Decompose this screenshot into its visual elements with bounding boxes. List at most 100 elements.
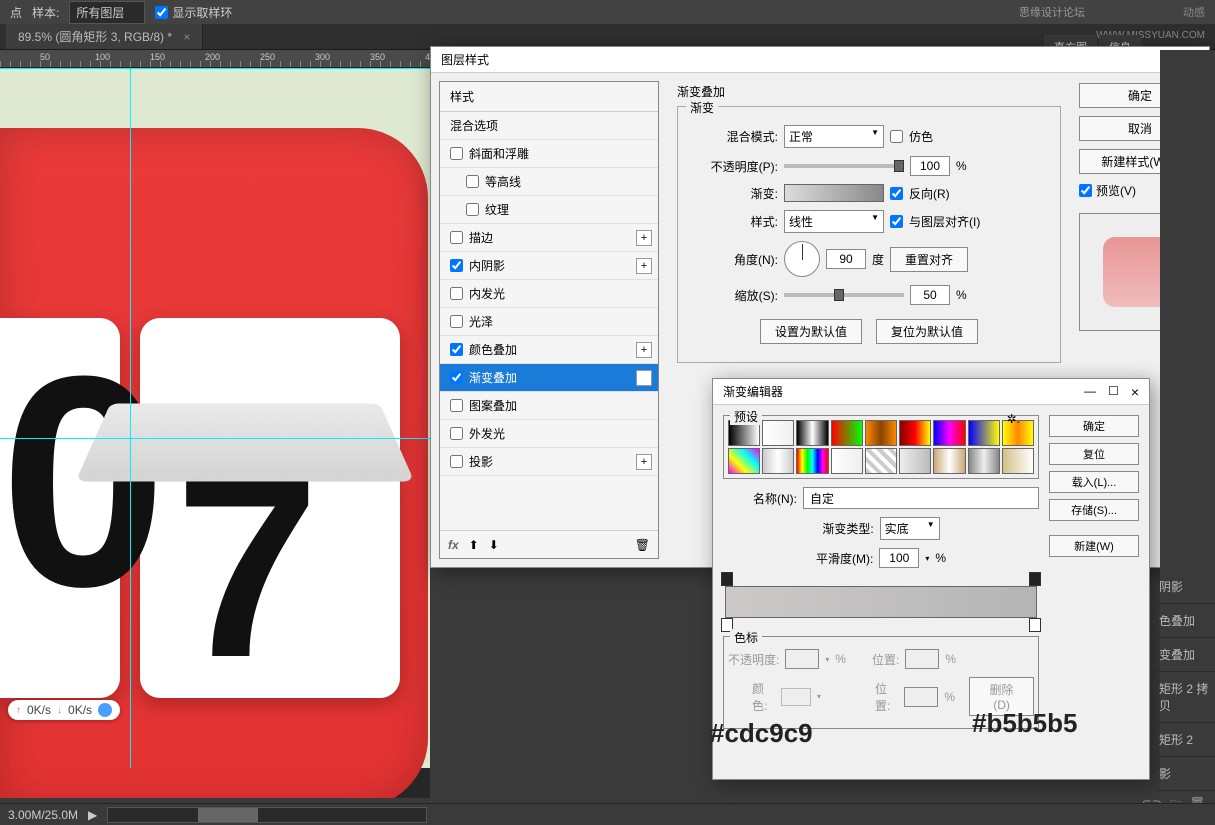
reset-align-button[interactable]: 重置对齐 bbox=[890, 247, 968, 272]
minimize-icon[interactable]: — bbox=[1084, 384, 1096, 400]
ge-new-button[interactable]: 新建(W) bbox=[1049, 535, 1139, 557]
sample-point-label: 点 bbox=[10, 4, 22, 21]
effect-item-颜色叠加[interactable]: 颜色叠加+ bbox=[440, 336, 658, 364]
fx-icon[interactable]: fx bbox=[448, 538, 459, 552]
show-sampling-ring-checkbox[interactable]: 显示取样环 bbox=[155, 4, 232, 21]
effect-checkbox[interactable] bbox=[450, 343, 463, 356]
preset-swatch[interactable] bbox=[796, 420, 828, 446]
reverse-checkbox[interactable] bbox=[890, 187, 903, 200]
guide-vertical[interactable] bbox=[130, 68, 131, 768]
blend-mode-select[interactable]: 正常 bbox=[784, 125, 884, 148]
opacity-input[interactable] bbox=[910, 156, 950, 176]
layer-style-titlebar[interactable]: 图层样式 × bbox=[431, 47, 1209, 73]
gradient-name-input[interactable] bbox=[803, 487, 1039, 509]
set-default-button[interactable]: 设置为默认值 bbox=[760, 319, 862, 344]
show-ring-check[interactable] bbox=[155, 6, 168, 19]
add-effect-icon[interactable]: + bbox=[636, 230, 652, 246]
preset-swatch[interactable] bbox=[762, 420, 794, 446]
chevron-right-icon[interactable]: ▶ bbox=[88, 808, 97, 822]
trash-icon[interactable]: 🗑 bbox=[635, 538, 650, 552]
add-effect-icon[interactable]: + bbox=[636, 454, 652, 470]
close-icon[interactable]: × bbox=[1131, 384, 1139, 400]
effect-checkbox[interactable] bbox=[450, 147, 463, 160]
effect-item-斜面和浮雕[interactable]: 斜面和浮雕 bbox=[440, 140, 658, 168]
color-stop-right[interactable] bbox=[1029, 618, 1041, 632]
effect-checkbox[interactable] bbox=[450, 455, 463, 468]
effect-checkbox[interactable] bbox=[450, 315, 463, 328]
ge-load-button[interactable]: 载入(L)... bbox=[1049, 471, 1139, 493]
canvas[interactable]: 0 7 bbox=[0, 68, 430, 798]
add-effect-icon[interactable]: + bbox=[636, 370, 652, 386]
effect-checkbox[interactable] bbox=[466, 203, 479, 216]
preset-swatch[interactable] bbox=[899, 448, 931, 474]
preset-swatch[interactable] bbox=[933, 448, 965, 474]
add-effect-icon[interactable]: + bbox=[636, 342, 652, 358]
angle-dial[interactable] bbox=[784, 241, 820, 277]
gradient-type-select[interactable]: 实底 bbox=[880, 517, 940, 540]
ge-save-button[interactable]: 存储(S)... bbox=[1049, 499, 1139, 521]
effect-checkbox[interactable] bbox=[450, 231, 463, 244]
maximize-icon[interactable]: ☐ bbox=[1108, 384, 1119, 400]
gradient-editor-titlebar[interactable]: 渐变编辑器 — ☐ × bbox=[713, 379, 1149, 405]
effect-item-图案叠加[interactable]: 图案叠加 bbox=[440, 392, 658, 420]
preset-swatch[interactable] bbox=[968, 420, 1000, 446]
effect-item-描边[interactable]: 描边+ bbox=[440, 224, 658, 252]
effect-item-外发光[interactable]: 外发光 bbox=[440, 420, 658, 448]
arrow-down-icon[interactable]: ⬇ bbox=[489, 538, 499, 552]
smoothness-input[interactable] bbox=[879, 548, 919, 568]
reset-default-button[interactable]: 复位为默认值 bbox=[876, 319, 978, 344]
effect-item-纹理[interactable]: 纹理 bbox=[440, 196, 658, 224]
preset-swatch[interactable] bbox=[865, 448, 897, 474]
opacity-stop-right[interactable] bbox=[1029, 572, 1041, 586]
preset-swatch[interactable] bbox=[865, 420, 897, 446]
brand-dongan: 动感 bbox=[1183, 4, 1205, 20]
gradient-picker[interactable] bbox=[784, 184, 884, 202]
effect-checkbox[interactable] bbox=[450, 399, 463, 412]
opacity-slider[interactable] bbox=[784, 164, 904, 168]
preset-swatch[interactable] bbox=[933, 420, 965, 446]
preset-swatch[interactable] bbox=[831, 448, 863, 474]
arrow-up-icon[interactable]: ⬆ bbox=[469, 538, 479, 552]
preset-swatch[interactable] bbox=[899, 420, 931, 446]
effect-item-投影[interactable]: 投影+ bbox=[440, 448, 658, 476]
preset-swatch[interactable] bbox=[762, 448, 794, 474]
guide-horizontal[interactable] bbox=[0, 68, 430, 69]
preview-checkbox[interactable] bbox=[1079, 184, 1092, 197]
ge-reset-button[interactable]: 复位 bbox=[1049, 443, 1139, 465]
effect-item-等高线[interactable]: 等高线 bbox=[440, 168, 658, 196]
gradient-bar[interactable] bbox=[725, 586, 1037, 618]
ge-ok-button[interactable]: 确定 bbox=[1049, 415, 1139, 437]
close-tab-icon[interactable]: × bbox=[183, 30, 190, 44]
layers-panel-partial: 阴影 色叠加 变叠加 矩形 2 拷贝 矩形 2 影 bbox=[1155, 570, 1215, 791]
preset-swatch[interactable] bbox=[968, 448, 1000, 474]
scale-input[interactable] bbox=[910, 285, 950, 305]
add-effect-icon[interactable]: + bbox=[636, 258, 652, 274]
section-title: 渐变叠加 bbox=[677, 83, 1061, 100]
effect-checkbox[interactable] bbox=[450, 287, 463, 300]
gear-icon[interactable]: ✲. bbox=[1007, 412, 1020, 426]
effect-checkbox[interactable] bbox=[450, 371, 463, 384]
blend-options-item[interactable]: 混合选项 bbox=[440, 112, 658, 140]
effect-checkbox[interactable] bbox=[450, 427, 463, 440]
effect-item-渐变叠加[interactable]: 渐变叠加+ bbox=[440, 364, 658, 392]
scale-slider[interactable] bbox=[784, 293, 904, 297]
effect-item-光泽[interactable]: 光泽 bbox=[440, 308, 658, 336]
effect-checkbox[interactable] bbox=[466, 175, 479, 188]
effect-item-内阴影[interactable]: 内阴影+ bbox=[440, 252, 658, 280]
document-tab[interactable]: 89.5% (圆角矩形 3, RGB/8) * × bbox=[6, 24, 203, 49]
preset-swatch[interactable] bbox=[831, 420, 863, 446]
gradient-style-select[interactable]: 线性 bbox=[784, 210, 884, 233]
dither-checkbox[interactable] bbox=[890, 130, 903, 143]
guide-horizontal[interactable] bbox=[0, 438, 430, 439]
preset-swatch[interactable] bbox=[1002, 448, 1034, 474]
sample-layers-dropdown[interactable]: 所有图层 bbox=[69, 1, 145, 24]
effect-checkbox[interactable] bbox=[450, 259, 463, 272]
align-layer-checkbox[interactable] bbox=[890, 215, 903, 228]
angle-input[interactable] bbox=[826, 249, 866, 269]
opacity-stop-left[interactable] bbox=[721, 572, 733, 586]
styles-heading[interactable]: 样式 bbox=[440, 82, 658, 112]
preset-swatch[interactable] bbox=[728, 448, 760, 474]
preset-swatch[interactable] bbox=[796, 448, 828, 474]
effect-item-内发光[interactable]: 内发光 bbox=[440, 280, 658, 308]
horizontal-scrollbar[interactable] bbox=[107, 807, 427, 823]
